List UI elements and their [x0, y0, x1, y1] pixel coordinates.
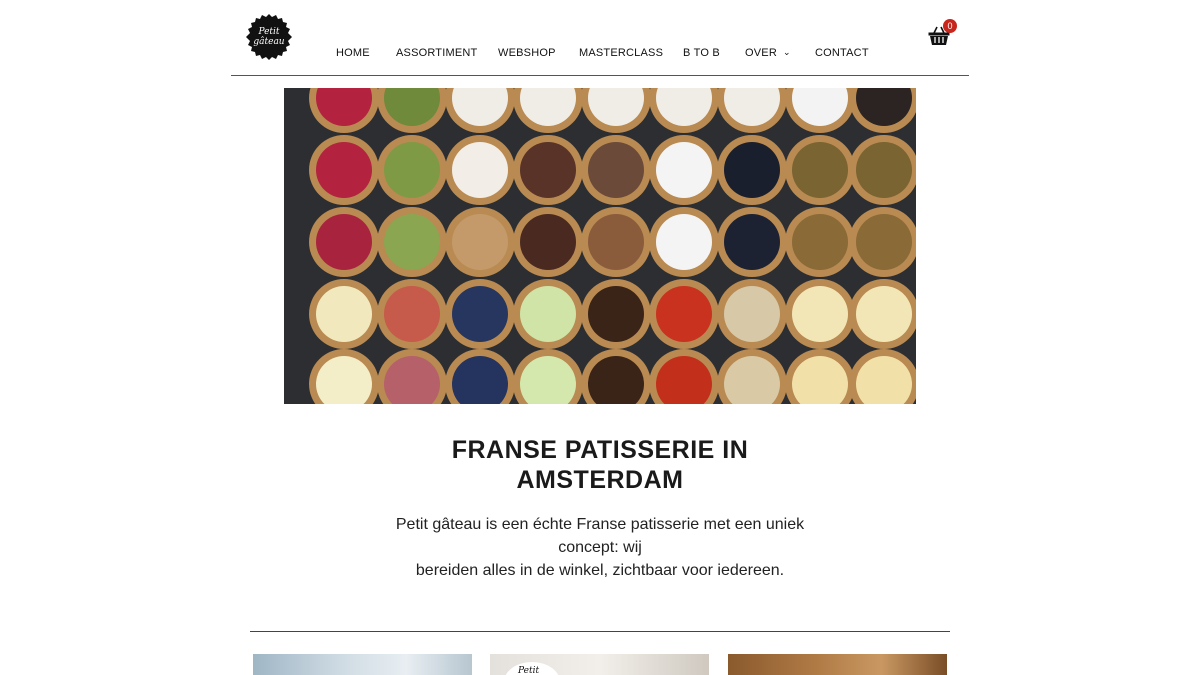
tartlet — [377, 135, 447, 205]
tartlet — [649, 207, 719, 277]
logo-line-2: gâteau — [253, 37, 285, 47]
tartlet — [445, 135, 515, 205]
tartlet — [785, 135, 855, 205]
tartlet — [785, 349, 855, 404]
nav-contact[interactable]: CONTACT — [815, 47, 869, 59]
tartlet — [513, 135, 583, 205]
tartlet — [785, 88, 855, 133]
tartlet — [581, 88, 651, 133]
thumbnail-pastry[interactable]: Petit — [490, 654, 709, 675]
tartlet — [309, 349, 379, 404]
tartlet — [849, 135, 916, 205]
intro-line-1: Petit gâteau is een échte Franse patisse… — [395, 516, 805, 556]
tartlet — [717, 349, 787, 404]
tartlet — [849, 88, 916, 133]
tartlet — [649, 279, 719, 349]
mini-logo: Petit — [504, 662, 560, 675]
tartlet — [445, 207, 515, 277]
tartlet — [649, 349, 719, 404]
nav-over[interactable]: OVER ⌄ — [745, 47, 791, 59]
tartlet — [377, 88, 447, 133]
tartlet — [377, 349, 447, 404]
tartlet — [785, 279, 855, 349]
tartlet — [309, 207, 379, 277]
page-title: FRANSE PATISSERIE IN AMSTERDAM — [400, 435, 800, 495]
tartlet — [581, 135, 651, 205]
nav-b-to-b[interactable]: B TO B — [683, 47, 720, 59]
tartlet — [377, 207, 447, 277]
tartlet — [717, 135, 787, 205]
tartlet — [309, 279, 379, 349]
chevron-down-icon: ⌄ — [782, 47, 791, 57]
tartlet — [445, 88, 515, 133]
nav-over-label: OVER — [745, 47, 777, 59]
nav-masterclass[interactable]: MASTERCLASS — [579, 47, 663, 59]
mini-logo-text: Petit — [518, 666, 540, 675]
tartlet — [309, 135, 379, 205]
tartlet — [717, 88, 787, 133]
tartlet — [581, 207, 651, 277]
tartlet — [513, 349, 583, 404]
logo-line-1: Petit — [258, 27, 280, 37]
page-title-line-1: FRANSE PATISSERIE IN — [451, 436, 749, 464]
tartlet — [581, 279, 651, 349]
tartlet — [849, 207, 916, 277]
hero-image — [284, 88, 916, 404]
tartlet — [717, 207, 787, 277]
main-nav: HOME ASSORTIMENT WEBSHOP MASTERCLASS B T… — [0, 47, 1200, 61]
nav-home[interactable]: HOME — [336, 47, 370, 59]
nav-assortiment[interactable]: ASSORTIMENT — [396, 47, 477, 59]
intro-text: Petit gâteau is een échte Franse patisse… — [370, 513, 830, 582]
tartlet — [581, 349, 651, 404]
tartlet — [445, 349, 515, 404]
tartlet — [849, 279, 916, 349]
tartlet — [649, 135, 719, 205]
section-divider — [250, 631, 950, 632]
thumbnail-bags[interactable] — [728, 654, 947, 675]
thumbnail-shop-interior[interactable] — [253, 654, 472, 675]
tartlet — [513, 207, 583, 277]
tartlet — [717, 279, 787, 349]
tartlet — [377, 279, 447, 349]
tartlet — [513, 279, 583, 349]
nav-webshop[interactable]: WEBSHOP — [498, 47, 556, 59]
page-title-line-2: AMSTERDAM — [516, 466, 684, 494]
tartlet — [785, 207, 855, 277]
tartlet — [513, 88, 583, 133]
header-divider — [231, 75, 969, 76]
tartlet — [649, 88, 719, 133]
tartlet — [309, 88, 379, 133]
tartlet — [849, 349, 916, 404]
tartlet — [445, 279, 515, 349]
cart-count-badge: 0 — [943, 19, 957, 33]
intro-line-2: bereiden alles in de winkel, zichtbaar v… — [415, 562, 785, 579]
